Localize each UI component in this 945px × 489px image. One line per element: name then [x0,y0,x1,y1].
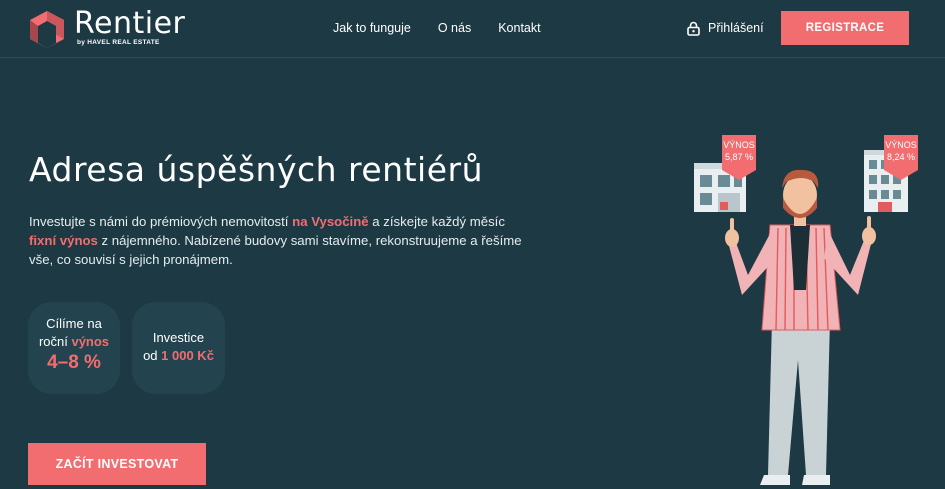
badge-value: 8,24 % [887,152,915,162]
stat-label: Cílíme na [46,316,102,331]
badge-label: VÝNOS [885,140,917,150]
nav-link-how-it-works[interactable]: Jak to funguje [333,20,411,36]
badge-label: VÝNOS [723,140,755,150]
stat-card-investment: Investice od 1 000 Kč [132,302,225,394]
start-investing-button[interactable]: ZAČÍT INVESTOVAT [28,443,206,485]
nav-link-contact[interactable]: Kontakt [498,20,540,36]
hero-text-part: Investujte s námi do prémiových nemovito… [29,214,293,229]
stat-label-part: od [143,348,162,363]
login-link[interactable]: Přihlášení [687,20,764,36]
register-button[interactable]: REGISTRACE [781,11,909,45]
stat-value: 4–8 % [47,352,101,373]
stat-value-highlight: 1 000 Kč [161,348,214,363]
stat-label: Investice [152,330,205,345]
login-label: Přihlášení [708,21,764,35]
stat-label-highlight: výnos [71,334,110,349]
stat-label: roční výnos [28,333,120,351]
hero-highlight-yield: fixní výnos [29,233,98,248]
badge-value: 5,87 % [725,152,753,162]
logo-subtitle: by HAVEL REAL ESTATE [77,39,160,46]
site-header: Rentier by HAVEL REAL ESTATE Jak to fung… [0,0,945,58]
hero-description: Investujte s námi do prémiových nemovito… [29,212,529,269]
lock-icon [687,21,700,36]
hero-text-part: a získejte každý měsíc [368,214,505,229]
stat-card-yield: Cílíme na roční výnos 4–8 % [28,302,120,394]
hero-text-part: z nájemného. Nabízené budovy sami stavím… [29,233,522,267]
stat-label: od 1 000 Kč [132,347,225,365]
logo[interactable]: Rentier by HAVEL REAL ESTATE [28,8,198,50]
stat-label-part: roční [38,334,72,349]
hero-highlight-region: na Vysočině [292,214,369,229]
logo-name: Rentier [74,6,186,41]
logo-mark-icon [30,11,64,48]
investor-illustration: VÝNOS 5,87 % VÝNOS 8,24 % [694,135,918,485]
main-nav: Jak to funguje O nás Kontakt [333,20,568,36]
nav-link-about[interactable]: O nás [438,20,471,36]
hero-title: Adresa úspěšných rentiérů [29,150,483,189]
man-figure [725,169,876,485]
